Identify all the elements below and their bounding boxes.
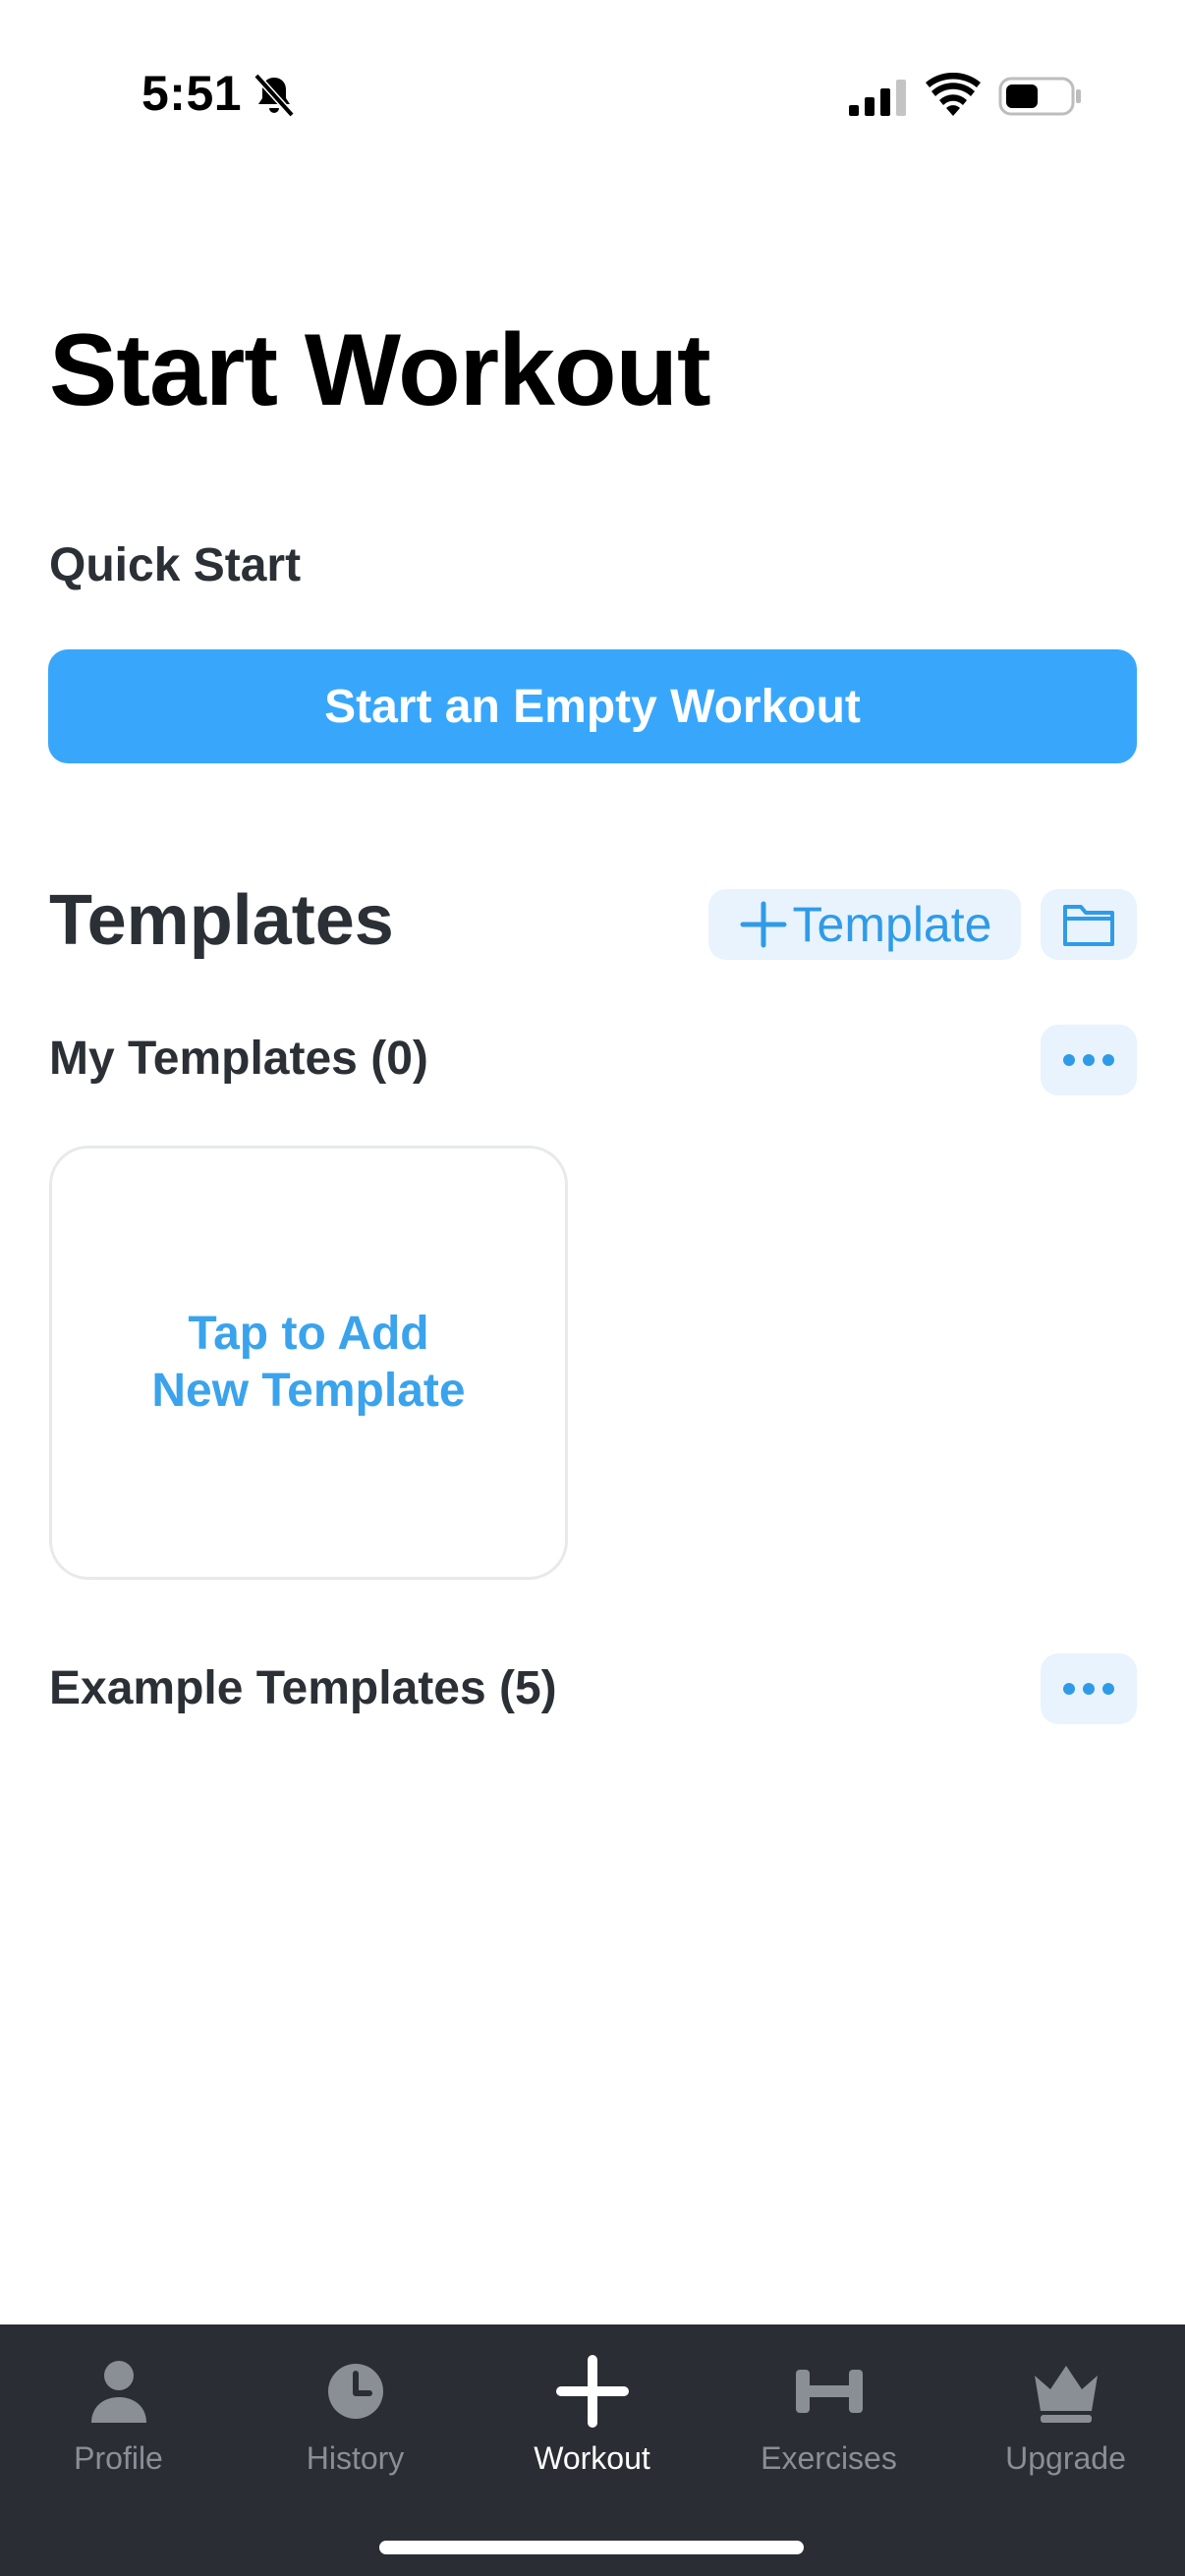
tab-upgrade[interactable]: Upgrade [947,2324,1184,2501]
tab-bar: Profile History Workout Exercises Upgrad… [0,2324,1185,2576]
tab-label: Upgrade [1005,2440,1126,2476]
home-indicator [379,2541,804,2554]
card-line-2: New Template [151,1365,466,1417]
add-template-label: Template [792,897,992,952]
status-time: 5:51 [141,66,243,121]
card-line-1: Tap to Add [188,1308,429,1360]
wifi-icon [926,73,981,116]
plus-icon [740,901,787,948]
signal-icon [849,80,906,116]
person-icon [90,2361,146,2423]
tab-workout[interactable]: Workout [474,2324,710,2501]
add-new-template-card[interactable]: Tap to Add New Template [49,1146,568,1580]
clock-icon [327,2364,383,2419]
tab-exercises[interactable]: Exercises [710,2324,947,2501]
plus-icon [555,2355,629,2428]
battery-icon [998,77,1081,116]
folder-button[interactable] [1041,889,1137,960]
add-template-button[interactable]: Template [708,889,1021,960]
my-templates-more-button[interactable] [1041,1025,1137,1095]
tab-label: Workout [534,2440,650,2476]
status-bar: 5:51 [0,0,1185,187]
templates-heading: Templates [49,881,394,960]
example-templates-more-button[interactable] [1041,1653,1137,1724]
dumbbell-icon [795,2370,863,2413]
tab-label: History [306,2440,405,2476]
add-new-template-text: Tap to Add New Template [151,1306,465,1420]
my-templates-label: My Templates (0) [49,1033,428,1085]
tab-label: Exercises [761,2440,897,2476]
tab-label: Profile [74,2440,163,2476]
bell-muted-icon [254,73,295,118]
workout-screen: 5:51 Start Workout Quick Start Start an … [0,0,1185,2576]
tab-profile[interactable]: Profile [0,2324,237,2501]
ellipsis-icon [1063,1054,1114,1066]
folder-icon [1063,905,1114,946]
page-title: Start Workout [49,313,711,427]
start-empty-workout-button[interactable]: Start an Empty Workout [48,649,1137,763]
example-templates-label: Example Templates (5) [49,1662,557,1714]
tab-history[interactable]: History [237,2324,474,2501]
quick-start-label: Quick Start [49,539,302,591]
crown-icon [1034,2366,1098,2423]
ellipsis-icon [1063,1683,1114,1695]
